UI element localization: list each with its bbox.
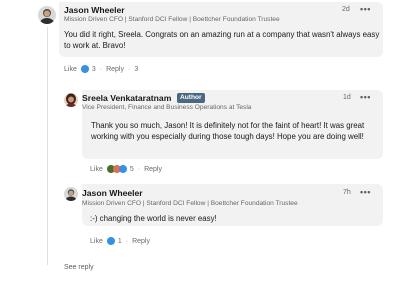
- commenter-headline: Vice President, Finance and Business Ope…: [82, 104, 252, 111]
- like-button[interactable]: Like: [90, 166, 103, 173]
- comment-actions: Like 3 · Reply · 3: [64, 65, 138, 73]
- reply-button[interactable]: Reply: [106, 66, 124, 73]
- reaction-summary[interactable]: 5: [106, 165, 134, 173]
- like-reaction-icon: [106, 237, 115, 245]
- see-reply-link[interactable]: See reply: [64, 264, 94, 271]
- commenter-name[interactable]: Jason Wheeler: [64, 5, 125, 15]
- commenter-name[interactable]: Jason Wheeler: [82, 188, 143, 198]
- comment-time: 1d: [343, 94, 351, 101]
- comment-text: Thank you so much, Jason! It is definite…: [91, 121, 365, 141]
- like-button[interactable]: Like: [90, 238, 103, 245]
- thread-line: [47, 27, 48, 265]
- divider: ·: [128, 65, 131, 73]
- avatar-jason[interactable]: [64, 187, 78, 201]
- avatar-jason[interactable]: [38, 6, 56, 24]
- comment-text: :-) changing the world is never easy!: [90, 214, 217, 223]
- like-reaction-icon: [80, 65, 89, 73]
- divider: ·: [99, 65, 103, 73]
- commenter-name[interactable]: Sreela Venkataratnam: [82, 93, 171, 103]
- jason-avatar-image: [38, 6, 56, 24]
- like-count: 3: [91, 65, 96, 73]
- reaction-summary[interactable]: 1: [106, 237, 122, 245]
- like-reaction-icon: [118, 165, 127, 173]
- reply-button[interactable]: Reply: [132, 238, 150, 245]
- reaction-summary[interactable]: 3: [80, 65, 96, 73]
- like-count: 5: [129, 165, 134, 173]
- avatar-sreela[interactable]: [64, 93, 78, 107]
- like-count: 1: [117, 237, 122, 245]
- author-badge: Author: [177, 93, 205, 103]
- more-options-icon[interactable]: •••: [360, 4, 371, 14]
- more-options-icon[interactable]: •••: [360, 187, 371, 197]
- sreela-avatar-image: [64, 93, 78, 107]
- reply-count: 3: [134, 65, 139, 73]
- comment-time: 2d: [342, 6, 350, 13]
- divider: ·: [125, 237, 129, 245]
- commenter-headline: Mission Driven CFO | Stanford DCI Fellow…: [64, 16, 280, 23]
- comment-text: You did it right, Sreela. Congrats on an…: [64, 30, 380, 50]
- jason-avatar-image: [64, 187, 78, 201]
- like-button[interactable]: Like: [64, 66, 77, 73]
- divider: ·: [137, 165, 141, 173]
- comment-time: 7h: [343, 189, 351, 196]
- more-options-icon[interactable]: •••: [360, 92, 371, 102]
- comment-actions: Like 1 · Reply: [90, 237, 150, 245]
- comment-actions: Like 5 · Reply: [90, 165, 162, 173]
- reply-button[interactable]: Reply: [144, 166, 162, 173]
- commenter-headline: Mission Driven CFO | Stanford DCI Fellow…: [82, 200, 298, 207]
